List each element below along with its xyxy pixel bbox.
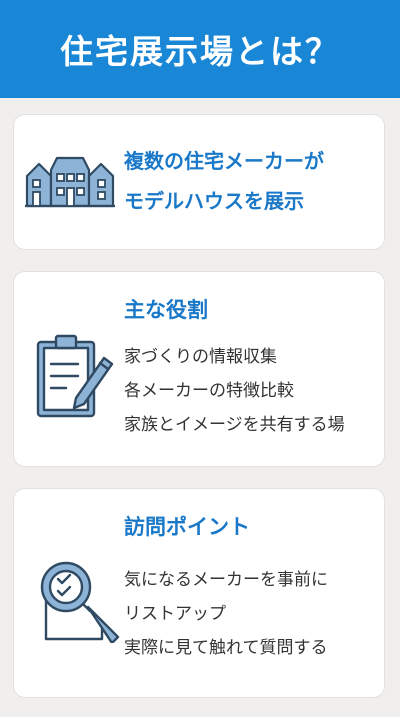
overview-line-2: モデルハウスを展示 (124, 189, 304, 213)
houses-icon (25, 156, 115, 208)
clipboard-pencil-icon (36, 334, 114, 418)
list-item: リストアップ (124, 604, 226, 624)
visit-points-title: 訪問ポイント (124, 515, 250, 539)
card-overview: 複数の住宅メーカーが モデルハウスを展示 (13, 114, 385, 250)
list-item: 家づくりの情報収集 (124, 347, 277, 367)
overview-line-1: 複数の住宅メーカーが (124, 149, 324, 173)
list-item: 気になるメーカーを事前に (124, 570, 328, 590)
overview-text: 複数の住宅メーカーが モデルハウスを展示 (124, 141, 382, 221)
roles-list: 家づくりの情報収集 各メーカーの特徴比較 家族とイメージを共有する場 (124, 340, 345, 442)
list-item: 家族とイメージを共有する場 (124, 415, 345, 435)
header-banner: 住宅展示場とは？ (0, 0, 400, 98)
list-item: 各メーカーの特徴比較 (124, 381, 294, 401)
visit-points-list: 気になるメーカーを事前に リストアップ 実際に見て触れて質問する (124, 563, 328, 665)
magnifier-checklist-icon (40, 561, 120, 643)
card-roles: 主な役割 家づくりの情報収集 各メーカーの特徴比較 家族とイメージを共有する場 (13, 271, 385, 467)
roles-title: 主な役割 (124, 298, 208, 322)
list-item: 実際に見て触れて質問する (124, 638, 328, 658)
page-title: 住宅展示場とは？ (60, 32, 340, 71)
card-visit-points: 訪問ポイント 気になるメーカーを事前に リストアップ 実際に見て触れて質問する (13, 488, 385, 698)
